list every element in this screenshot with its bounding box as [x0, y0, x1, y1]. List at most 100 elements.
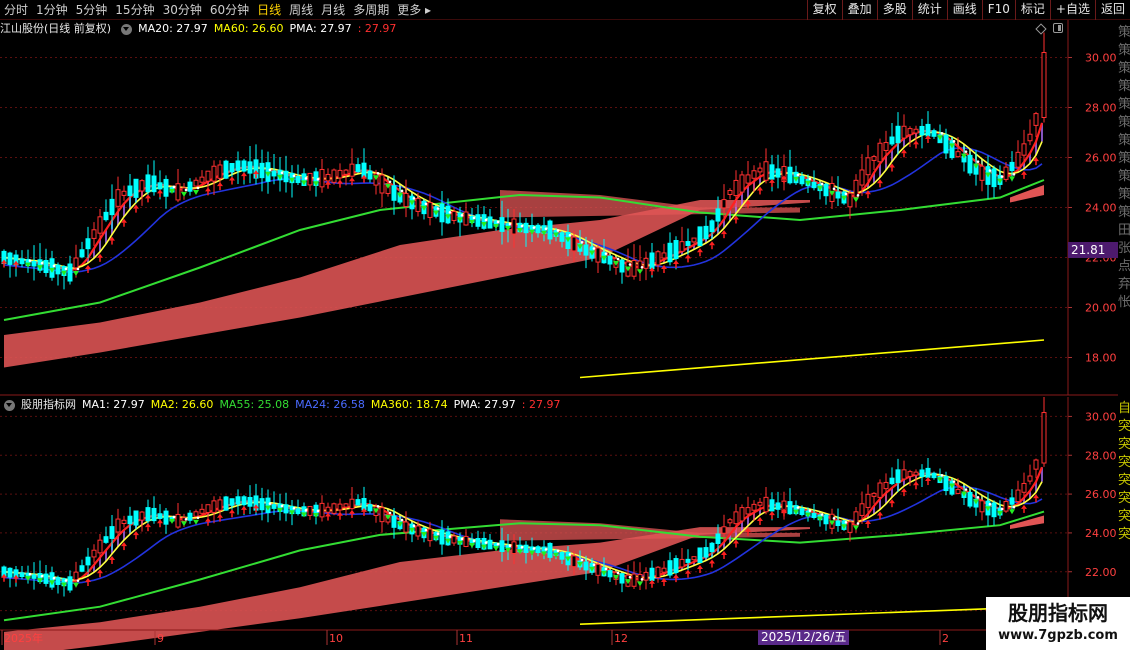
candle-body	[1021, 482, 1027, 493]
candle-body	[757, 167, 763, 173]
tool-button[interactable]: 画线	[946, 0, 982, 20]
period-tab[interactable]: 更多 ▸	[393, 0, 435, 20]
sell-diamond-icon	[73, 270, 79, 276]
period-tab[interactable]: 15分钟	[111, 0, 158, 20]
sell-diamond-icon	[853, 525, 859, 531]
tool-button[interactable]: 统计	[911, 0, 947, 20]
period-tab[interactable]: 60分钟	[206, 0, 253, 20]
signal-dot	[940, 473, 944, 477]
candle-body	[55, 264, 61, 275]
candle-body	[931, 472, 937, 479]
indicator-title: 股朋指标网	[21, 398, 76, 411]
signal-dot	[556, 549, 560, 553]
signal-dot	[424, 528, 428, 532]
candle-body	[865, 493, 871, 508]
candle-body	[715, 208, 721, 222]
candle-body	[1015, 151, 1021, 168]
candle-body	[367, 504, 373, 512]
candle-body	[643, 257, 649, 269]
candle-body	[109, 198, 115, 216]
tool-button[interactable]: 标记	[1014, 0, 1050, 20]
candle-body	[751, 170, 757, 179]
period-tab[interactable]: 周线	[285, 0, 317, 20]
candle-body	[949, 140, 955, 159]
candle-body	[121, 190, 127, 196]
candle-body	[499, 540, 505, 552]
signal-dot	[640, 578, 644, 581]
signal-dot	[580, 558, 584, 562]
candle-body	[967, 154, 973, 174]
candle-body	[439, 529, 445, 545]
buy-arrow-icon	[145, 523, 151, 528]
tool-button[interactable]: 叠加	[841, 0, 877, 20]
candle-body	[511, 218, 517, 235]
candle-body	[151, 507, 157, 522]
diamond-icon[interactable]	[1035, 23, 1047, 35]
candle-body	[97, 216, 103, 234]
signal-dot	[172, 185, 176, 189]
watermark-url: www.7gpzb.com	[998, 628, 1118, 643]
period-tab[interactable]: 1分钟	[32, 0, 72, 20]
period-tab[interactable]: 5分钟	[72, 0, 112, 20]
candle-body	[337, 503, 343, 511]
top-toolbar: 分时 1分钟 5分钟 15分钟 30分钟 60分钟 日线 周线 月线 多周期 更多 ▸ 复权 叠加 多股…	[0, 0, 1130, 20]
signal-dot	[544, 548, 548, 551]
sell-diamond-icon	[637, 269, 643, 275]
signal-dot	[388, 511, 392, 515]
period-tab[interactable]: 多周期	[349, 0, 393, 20]
period-tab[interactable]: 分时	[0, 0, 32, 20]
signal-dot	[508, 222, 512, 226]
window-icon[interactable]	[1053, 23, 1063, 33]
candle-body	[679, 241, 685, 252]
candle-body	[19, 572, 25, 578]
kline-chart[interactable]: 30.00 28.00 26.00 24.00 22.00 20.00 18.00 30.00…	[0, 20, 1130, 650]
y-tick-label: 30.00	[1085, 52, 1117, 65]
tool-button[interactable]: 多股	[876, 0, 912, 20]
candle-body	[889, 136, 895, 145]
candle-body	[835, 191, 841, 199]
candle-body	[763, 496, 769, 513]
signal-dot	[412, 524, 416, 528]
buy-arrow-icon	[673, 259, 679, 264]
ma360-line	[579, 605, 1045, 625]
period-tab[interactable]: 月线	[317, 0, 349, 20]
signal-dot	[184, 188, 188, 192]
signal-dot	[268, 168, 272, 172]
tool-button[interactable]: 复权	[806, 0, 842, 20]
candle-body	[247, 496, 253, 507]
period-tab[interactable]: 30分钟	[159, 0, 206, 20]
candle-body	[97, 539, 103, 554]
candle-body	[925, 123, 931, 137]
candle-body	[607, 255, 613, 265]
tool-button[interactable]: 返回	[1094, 0, 1130, 20]
candle-body	[103, 211, 109, 221]
signal-dot	[484, 541, 488, 544]
period-tab[interactable]: 日线	[253, 0, 285, 20]
y-tick-label: 24.00	[1085, 527, 1117, 540]
date-label: 10	[329, 632, 343, 645]
signal-dot	[796, 506, 800, 509]
tool-button[interactable]: F10	[981, 0, 1015, 20]
buy-arrow-icon	[85, 264, 91, 269]
candle-body	[691, 556, 697, 561]
signal-dot	[856, 522, 860, 525]
candle-body	[151, 175, 157, 193]
candle-body	[193, 179, 199, 187]
candle-body	[847, 192, 853, 208]
signal-dot	[520, 224, 524, 228]
signal-dot	[400, 518, 404, 522]
candle-body	[43, 573, 49, 584]
candle-body	[157, 182, 163, 190]
candle-body	[379, 507, 385, 523]
tool-button[interactable]: +自选	[1049, 0, 1095, 20]
signal-dot	[292, 174, 296, 178]
signal-dot	[568, 553, 572, 556]
buy-arrow-icon	[229, 509, 235, 514]
signal-dot	[616, 257, 620, 261]
settings-toggle-icon[interactable]	[121, 23, 133, 35]
signal-dot	[832, 187, 836, 191]
candle-body	[193, 511, 199, 517]
candle-body	[799, 508, 805, 515]
collapse-toggle-icon[interactable]	[4, 399, 15, 411]
buy-arrow-icon	[349, 509, 355, 514]
